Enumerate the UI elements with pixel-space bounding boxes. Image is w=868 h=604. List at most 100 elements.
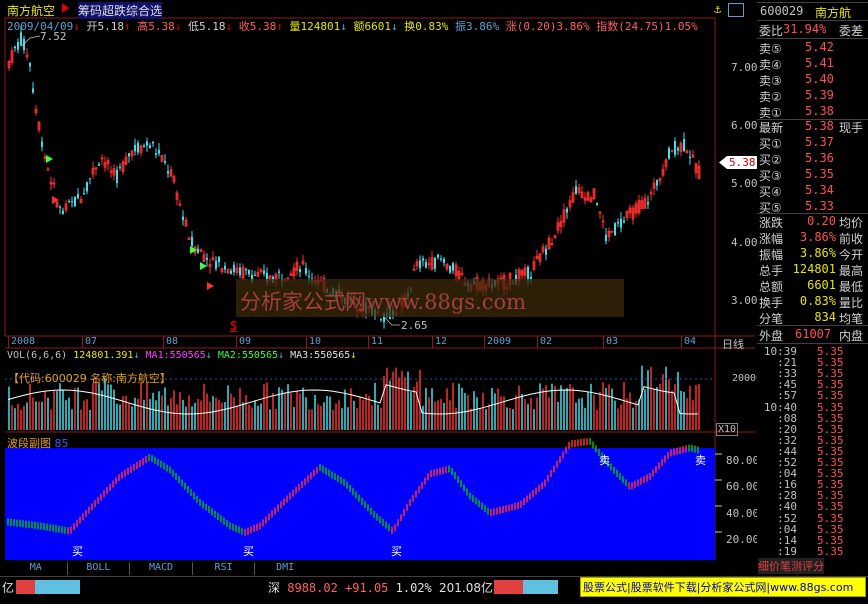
last-label: 最新 <box>759 121 784 135</box>
candle-body <box>683 139 685 151</box>
window-toggle-icon[interactable] <box>728 3 744 17</box>
candle-body <box>452 263 454 271</box>
outer-value: 61007 <box>795 327 832 341</box>
ask-3-price: 5.40 <box>805 72 834 86</box>
ask-4-price: 5.41 <box>805 56 834 70</box>
time-label: 09 <box>236 336 251 348</box>
candle-body <box>614 223 616 236</box>
stat-right-label: 均价 <box>839 216 864 230</box>
candle-body <box>71 201 73 203</box>
candle-body <box>158 149 160 154</box>
price-tick-3: 3.00 <box>731 294 758 307</box>
info-change: 涨(0.20)3.86% <box>505 20 590 33</box>
candle-body <box>32 88 34 93</box>
candle-body <box>668 148 670 159</box>
candle-body <box>191 236 193 247</box>
stat-right-label: 最低 <box>839 280 864 294</box>
time-label: 02 <box>537 336 552 348</box>
volume-header: VOL(6,6,6) 124801.391↓ MA1:550565↓ MA2:5… <box>7 350 357 361</box>
info-index: 指数(24.75)1.05% <box>596 20 698 33</box>
sell-signal-2: 卖 <box>695 454 706 467</box>
breadth-bar-right <box>494 580 558 594</box>
bid-5-price: 5.33 <box>805 199 834 213</box>
stat-value: 834 <box>814 310 836 324</box>
anchor-icon[interactable]: ⚓ <box>714 2 721 16</box>
tab-macd[interactable]: MACD <box>130 562 193 575</box>
bid-3-label: 买③ <box>759 169 782 183</box>
candle-body <box>380 319 382 321</box>
quote-code: 600029 <box>760 4 804 18</box>
sub-chart-title: 波段副图 <box>7 437 51 450</box>
sub-tick-20: 20.00 <box>726 533 760 546</box>
vol-value: 124801.391 <box>73 350 134 361</box>
bid-2-price: 5.36 <box>805 151 834 165</box>
sub-tick-60: 60.00 <box>726 480 760 493</box>
candle-body <box>656 180 658 186</box>
volume-overlay-text: 【代码:600029 名称:南方航空】 <box>8 372 171 385</box>
candle-body <box>89 178 91 180</box>
sell-signal-1: 卖 <box>599 454 610 467</box>
candle-body <box>197 248 199 253</box>
candle-body <box>152 141 154 144</box>
market-pct: 1.02% <box>395 581 432 595</box>
sell-signal-s: S <box>230 319 238 333</box>
sell-arrow-icon <box>207 282 214 290</box>
candle-body <box>224 265 226 270</box>
panel-tabs[interactable]: 细价笔测评分 <box>758 558 824 574</box>
tab-ma[interactable]: MA <box>5 562 68 575</box>
stat-value: 0.83% <box>799 294 836 308</box>
candle-body <box>20 32 22 46</box>
time-label: 07 <box>82 336 97 348</box>
candle-body <box>566 208 568 213</box>
tick-price: 5.35 <box>817 544 844 558</box>
time-label: 11 <box>368 336 383 348</box>
tab-dmi[interactable]: DMI <box>255 562 315 575</box>
candle-body <box>182 216 184 221</box>
candle-body <box>245 268 247 271</box>
inner-label: 内盘 <box>839 329 864 343</box>
stat-value: 3.86% <box>799 246 836 260</box>
time-label: 2008 <box>8 336 35 348</box>
sub-tick-80: 80.00 <box>726 454 760 467</box>
price-tick-4: 4.00 <box>731 236 758 249</box>
promo-text[interactable]: 股票公式|股票软件下载|分析家公式网|www.88gs.com <box>583 579 853 595</box>
period-mode[interactable]: 日线 <box>722 336 744 352</box>
weicha-label: 委差 <box>839 24 864 38</box>
tick-time: :19 <box>777 544 797 558</box>
candle-body <box>677 148 679 151</box>
tab-rsi[interactable]: RSI <box>193 562 256 575</box>
candle-body <box>218 256 220 263</box>
time-label: 03 <box>603 336 618 348</box>
vol-ma1: MA1:550565 <box>145 350 206 361</box>
time-label: 08 <box>163 336 178 348</box>
tab-boll[interactable]: BOLL <box>68 562 131 575</box>
vol-ma2: MA2:550565 <box>217 350 279 361</box>
vol-label: VOL(6,6,6) <box>7 350 68 361</box>
bid-4-price: 5.34 <box>805 183 834 197</box>
market-index: 8988.02 <box>287 581 338 595</box>
ask-3-label: 卖③ <box>759 74 782 88</box>
candle-body <box>86 182 88 192</box>
candle-body <box>74 196 76 207</box>
candle-body <box>449 265 451 273</box>
buy-signal-3: 买 <box>391 545 402 558</box>
stat-value: 6601 <box>807 278 836 292</box>
last-value: 5.38 <box>805 119 834 133</box>
time-label: 2009 <box>484 336 511 348</box>
info-low: 低5.18 <box>187 20 226 33</box>
strategy-title[interactable]: 筹码超跌综合选 <box>78 2 163 19</box>
candle-body <box>233 264 235 273</box>
sub-chart-id: 85 <box>54 437 69 450</box>
info-amount: 额6601 <box>353 20 391 33</box>
candle-body <box>77 194 79 199</box>
candle-body <box>305 268 307 274</box>
weibi-value: 31.94% <box>783 22 827 36</box>
info-high: 高5.38 <box>137 20 175 33</box>
candle-body <box>620 218 622 228</box>
market-amount: 201.08亿 <box>439 581 494 595</box>
candle-body <box>83 193 85 195</box>
candle-body <box>17 42 19 50</box>
candle-body <box>254 274 256 276</box>
stat-label: 总手 <box>759 264 784 278</box>
candle-body <box>437 254 439 258</box>
